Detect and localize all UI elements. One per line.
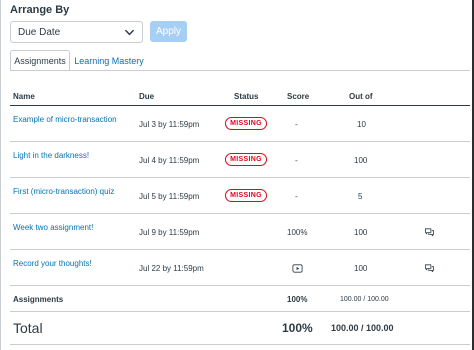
score-value: 100% [287,228,308,237]
score-value: - [295,192,298,201]
assignments-summary-label: Assignments [13,295,64,304]
arrange-by-selected-value: Due Date [18,26,61,38]
assignment-link[interactable]: First (micro-transaction) quiz [13,187,114,196]
comments-icon[interactable] [424,263,435,274]
assignments-summary-out-of: 100.00 / 100.00 [340,296,389,303]
column-header-due[interactable]: Due [139,92,154,101]
column-header-status: Status [234,92,259,101]
assignment-link[interactable]: Example of micro-transaction [13,115,117,124]
due-date: Jul 9 by 11:59pm [139,228,200,237]
total-score: 100% [282,321,313,335]
due-date: Jul 22 by 11:59pm [139,264,204,273]
media-play-icon[interactable] [292,263,303,274]
missing-badge: MISSING [225,117,267,130]
table-header-divider [10,105,470,106]
tab-assignments[interactable]: Assignments [10,50,70,71]
row-divider [10,141,470,142]
column-header-name[interactable]: Name [13,92,35,101]
missing-badge: MISSING [225,189,267,202]
comments-icon[interactable] [424,227,435,238]
row-divider [10,249,470,250]
row-divider [10,177,470,178]
score-value: - [295,156,298,165]
arrange-by-label: Arrange By [10,4,70,16]
out-of-value: 10 [357,120,366,129]
total-out-of: 100.00 / 100.00 [331,323,394,333]
table-bottom-divider [10,344,470,345]
out-of-value: 100 [354,156,368,165]
frame-left-border [0,0,1,350]
row-divider [10,285,470,286]
tabs-divider [10,70,470,71]
assignment-link[interactable]: Record your thoughts! [13,259,92,268]
due-date: Jul 3 by 11:59pm [139,120,200,129]
assignment-link[interactable]: Week two assignment! [13,223,93,232]
row-divider [10,311,470,312]
tab-learning-mastery[interactable]: Learning Mastery [72,50,146,71]
score-value: - [295,120,298,129]
arrange-by-select[interactable]: Due Date [10,21,143,43]
out-of-value: 100 [354,264,368,273]
assignment-link[interactable]: Light in the darkness! [13,151,89,160]
due-date: Jul 4 by 11:59pm [139,156,200,165]
out-of-value: 100 [354,228,368,237]
missing-badge: MISSING [225,153,267,166]
row-divider [10,213,470,214]
column-header-out-of: Out of [349,92,373,101]
apply-button[interactable]: Apply [150,21,187,42]
chevron-down-icon [125,29,134,36]
total-label: Total [13,320,43,336]
out-of-value: 5 [358,192,363,201]
assignments-summary-score: 100% [287,295,308,304]
due-date: Jul 5 by 11:59pm [139,192,200,201]
column-header-score: Score [287,92,310,101]
